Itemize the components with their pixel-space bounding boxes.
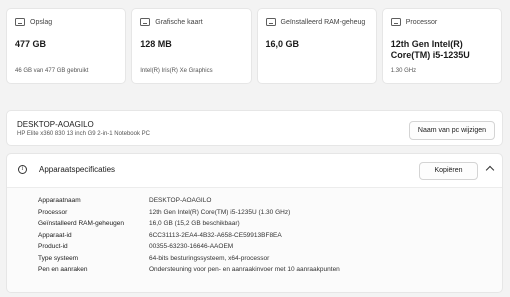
spec-row: Geïnstalleerd RAM-geheugen 16,0 GB (15,2… (38, 218, 340, 230)
card-label: Processor (405, 18, 438, 26)
card-value: 12th Gen Intel(R) Core(TM) i5-1235U (390, 39, 470, 60)
card-header: Processor (390, 16, 493, 28)
hardware-summary-cards: Opslag 477 GB 46 GB van 477 GB gebruikt … (6, 8, 502, 84)
card-subtext: 46 GB van 477 GB gebruikt (15, 68, 89, 74)
spec-label: Processor (38, 208, 68, 216)
spec-value: 00355-63230-16646-AAOEM (149, 243, 234, 251)
spec-row: Apparaat-id 6CC31113-2EA4-4B32-A658-CE59… (38, 230, 340, 242)
spec-rows: Apparaatnaam DESKTOP-AOAGILO Processor 1… (38, 195, 340, 276)
info-icon: i (18, 165, 27, 174)
card-label: Opslag (30, 18, 53, 26)
spec-row: Pen en aanraken Ondersteuning voor pen- … (38, 264, 340, 276)
ram-card[interactable]: Geïnstalleerd RAM-geheug 16,0 GB (256, 8, 377, 84)
processor-icon (390, 18, 401, 26)
processor-card[interactable]: Processor 12th Gen Intel(R) Core(TM) i5-… (381, 8, 502, 84)
spec-label: Apparaatnaam (38, 197, 81, 205)
card-header: Geïnstalleerd RAM-geheug (265, 16, 368, 28)
specs-header[interactable]: i Apparaatspecificaties Kopiëren (7, 154, 502, 188)
ram-icon (265, 18, 276, 26)
card-value: 128 MB (140, 39, 172, 49)
spec-row: Product-id 00355-63230-16646-AAOEM (38, 241, 340, 253)
card-value: 16,0 GB (265, 39, 300, 49)
card-header: Opslag (15, 16, 117, 28)
spec-value: 12th Gen Intel(R) Core(TM) i5-1235U (1.3… (149, 208, 291, 216)
spec-value: 6CC31113-2EA4-4B32-A658-CE59913BF8EA (149, 231, 282, 239)
rename-pc-button[interactable]: Naam van pc wijzigen (408, 121, 495, 140)
card-header: Grafische kaart (140, 16, 242, 28)
spec-row: Processor 12th Gen Intel(R) Core(TM) i5-… (38, 207, 340, 219)
spec-value: Ondersteuning voor pen- en aanraakinvoer… (149, 266, 340, 274)
card-label: Grafische kaart (155, 18, 203, 26)
spec-label: Pen en aanraken (38, 266, 88, 274)
spec-value: 64-bits besturingssysteem, x64-processor (149, 254, 270, 262)
chevron-up-icon[interactable] (485, 165, 495, 175)
spec-label: Type systeem (38, 254, 79, 262)
device-name: DESKTOP-AOAGILO (17, 120, 94, 129)
storage-card[interactable]: Opslag 477 GB 46 GB van 477 GB gebruikt (6, 8, 127, 84)
card-subtext: 1.30 GHz (390, 68, 417, 74)
spec-label: Product-id (38, 243, 68, 251)
copy-button[interactable]: Kopiëren (419, 162, 478, 180)
specs-title: Apparaatspecificaties (39, 165, 116, 174)
spec-row: Apparaatnaam DESKTOP-AOAGILO (38, 195, 340, 207)
spec-row: Type systeem 64-bits besturingssysteem, … (38, 253, 340, 265)
graphics-card-card[interactable]: Grafische kaart 128 MB Intel(R) Iris(R) … (131, 8, 252, 84)
card-subtext: Intel(R) Iris(R) Xe Graphics (140, 68, 213, 74)
card-label: Geïnstalleerd RAM-geheug (280, 18, 366, 26)
spec-value: DESKTOP-AOAGILO (149, 197, 212, 205)
spec-label: Geïnstalleerd RAM-geheugen (38, 220, 124, 228)
graphics-card-icon (140, 18, 151, 26)
device-specifications-panel: i Apparaatspecificaties Kopiëren Apparaa… (6, 153, 503, 293)
spec-value: 16,0 GB (15,2 GB beschikbaar) (149, 220, 240, 228)
card-value: 477 GB (15, 39, 47, 49)
device-model: HP Elite x360 830 13 inch G9 2-in-1 Note… (17, 131, 150, 137)
spec-label: Apparaat-id (38, 231, 72, 239)
device-name-panel: DESKTOP-AOAGILO HP Elite x360 830 13 inc… (6, 110, 503, 146)
storage-icon (15, 18, 25, 26)
